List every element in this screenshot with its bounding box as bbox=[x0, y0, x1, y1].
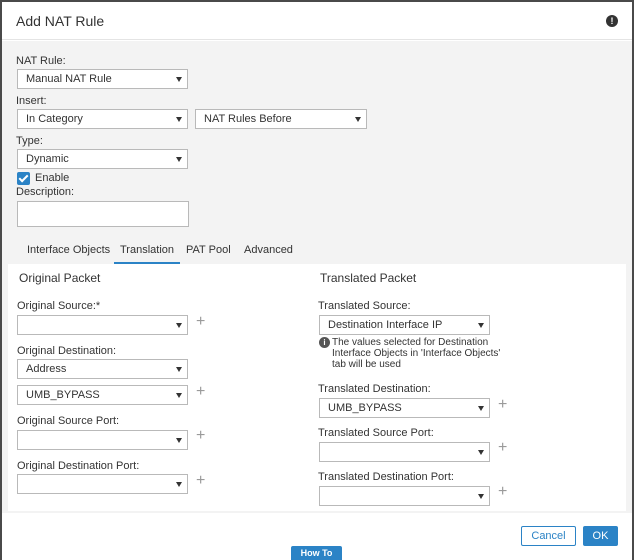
tab-interface-objects[interactable]: Interface Objects bbox=[21, 241, 116, 265]
original-destination-type-value: Address bbox=[26, 363, 67, 375]
add-translated-destination-icon[interactable]: + bbox=[498, 397, 507, 413]
chevron-down-icon bbox=[176, 157, 182, 162]
original-destination-label: Original Destination: bbox=[17, 345, 117, 357]
chevron-down-icon bbox=[355, 117, 361, 122]
add-original-source-port-icon[interactable]: + bbox=[196, 428, 205, 444]
info-icon: i bbox=[319, 337, 330, 348]
translated-destination-label: Translated Destination: bbox=[318, 383, 431, 395]
original-source-port-select[interactable] bbox=[17, 430, 188, 450]
chevron-down-icon bbox=[478, 494, 484, 499]
chevron-down-icon bbox=[176, 482, 182, 487]
original-destination-type-select[interactable]: Address bbox=[17, 359, 188, 379]
translated-source-select-value: Destination Interface IP bbox=[328, 319, 443, 331]
chevron-down-icon bbox=[176, 117, 182, 122]
translated-source-info-text: The values selected for Destination Inte… bbox=[332, 337, 501, 370]
add-translated-source-port-icon[interactable]: + bbox=[498, 440, 507, 456]
translated-destination-port-select[interactable] bbox=[319, 486, 490, 506]
add-original-destination-port-icon[interactable]: + bbox=[196, 473, 205, 489]
type-select-value: Dynamic bbox=[26, 153, 69, 165]
translated-destination-port-label: Translated Destination Port: bbox=[318, 471, 454, 483]
original-source-label: Original Source:* bbox=[17, 300, 101, 312]
add-translated-destination-port-icon[interactable]: + bbox=[498, 484, 507, 500]
ok-button[interactable]: OK bbox=[583, 526, 618, 546]
translation-panel: Original Packet Original Source:* + Orig… bbox=[8, 264, 626, 511]
original-source-port-label: Original Source Port: bbox=[17, 415, 120, 427]
original-destination-port-label: Original Destination Port: bbox=[17, 460, 140, 472]
add-nat-rule-dialog: Add NAT Rule ! NAT Rule: Manual NAT Rule… bbox=[0, 0, 634, 560]
add-original-destination-icon[interactable]: + bbox=[196, 384, 205, 400]
original-destination-select-value: UMB_BYPASS bbox=[26, 389, 100, 401]
nat-rule-select[interactable]: Manual NAT Rule bbox=[17, 69, 188, 89]
enable-label: Enable bbox=[35, 172, 70, 184]
translated-source-select[interactable]: Destination Interface IP bbox=[319, 315, 490, 335]
cancel-button[interactable]: Cancel bbox=[521, 526, 576, 546]
tab-advanced[interactable]: Advanced bbox=[238, 241, 299, 265]
translated-source-label: Translated Source: bbox=[318, 300, 411, 312]
chevron-down-icon bbox=[176, 393, 182, 398]
dialog-body: NAT Rule: Manual NAT Rule Insert: In Cat… bbox=[2, 41, 632, 513]
chevron-down-icon bbox=[176, 323, 182, 328]
insert-position-select-value: NAT Rules Before bbox=[204, 113, 292, 125]
translated-destination-select-value: UMB_BYPASS bbox=[328, 402, 402, 414]
original-source-select[interactable] bbox=[17, 315, 188, 335]
nat-rule-select-value: Manual NAT Rule bbox=[26, 73, 112, 85]
translated-packet-title: Translated Packet bbox=[320, 271, 417, 285]
type-select[interactable]: Dynamic bbox=[17, 149, 188, 169]
enable-checkbox[interactable] bbox=[17, 172, 30, 185]
insert-select[interactable]: In Category bbox=[17, 109, 188, 129]
dialog-title: Add NAT Rule bbox=[16, 13, 105, 29]
help-icon[interactable]: ! bbox=[606, 15, 618, 27]
translated-destination-select[interactable]: UMB_BYPASS bbox=[319, 398, 490, 418]
tab-pat-pool[interactable]: PAT Pool bbox=[180, 241, 237, 265]
chevron-down-icon bbox=[478, 450, 484, 455]
chevron-down-icon bbox=[176, 367, 182, 372]
insert-label: Insert: bbox=[16, 95, 47, 107]
insert-select-value: In Category bbox=[26, 113, 83, 125]
chevron-down-icon bbox=[176, 438, 182, 443]
original-destination-select[interactable]: UMB_BYPASS bbox=[17, 385, 188, 405]
chevron-down-icon bbox=[176, 77, 182, 82]
how-to-button[interactable]: How To bbox=[291, 546, 342, 560]
type-label: Type: bbox=[16, 135, 43, 147]
translated-source-port-select[interactable] bbox=[319, 442, 490, 462]
chevron-down-icon bbox=[478, 406, 484, 411]
dialog-header: Add NAT Rule ! bbox=[2, 2, 632, 40]
insert-position-select[interactable]: NAT Rules Before bbox=[195, 109, 367, 129]
translated-source-port-label: Translated Source Port: bbox=[318, 427, 434, 439]
nat-rule-label: NAT Rule: bbox=[16, 55, 66, 67]
original-packet-title: Original Packet bbox=[19, 271, 101, 285]
add-original-source-icon[interactable]: + bbox=[196, 314, 205, 330]
description-label: Description: bbox=[16, 186, 75, 198]
description-input[interactable] bbox=[17, 201, 189, 227]
tab-bar: Interface Objects Translation PAT Pool A… bbox=[16, 241, 618, 265]
original-destination-port-select[interactable] bbox=[17, 474, 188, 494]
tab-translation[interactable]: Translation bbox=[114, 241, 181, 265]
chevron-down-icon bbox=[478, 323, 484, 328]
